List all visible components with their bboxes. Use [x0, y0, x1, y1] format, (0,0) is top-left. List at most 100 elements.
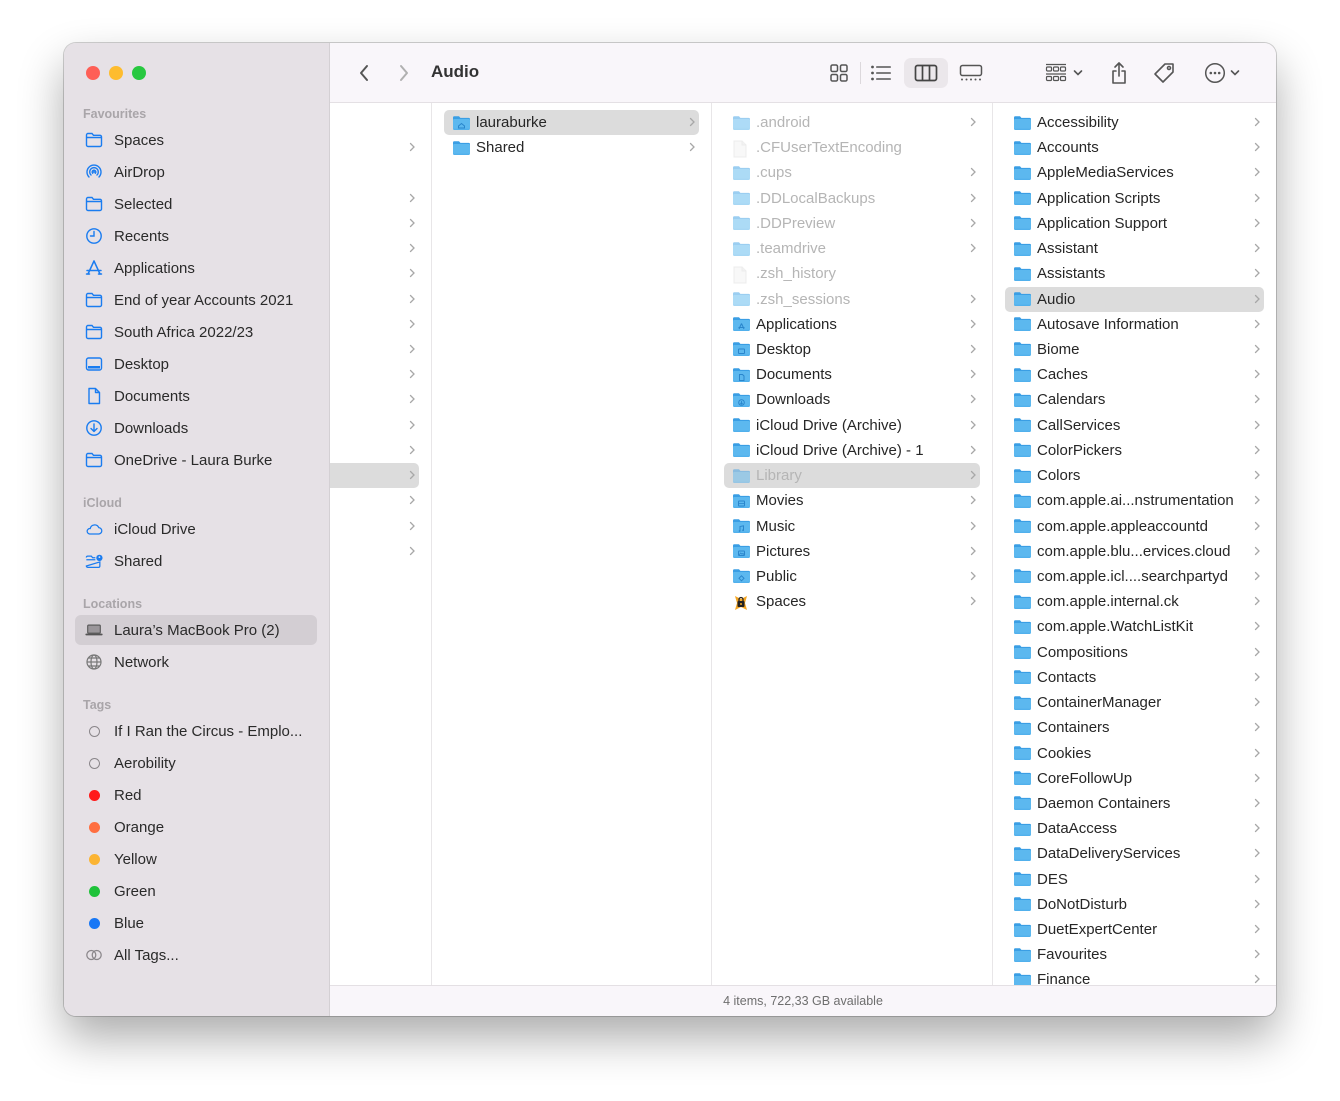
sidebar-item-onedrive-laura-burke[interactable]: OneDrive - Laura Burke — [75, 445, 317, 475]
file-row[interactable]: Accounts — [1005, 135, 1264, 160]
file-row[interactable]: Application Scripts — [1005, 186, 1264, 211]
file-row[interactable]: .zsh_history — [724, 261, 980, 286]
more-actions-button[interactable] — [1200, 58, 1244, 88]
sidebar-item-desktop[interactable]: Desktop — [75, 349, 317, 379]
file-row[interactable] — [330, 160, 419, 185]
file-row[interactable] — [330, 413, 419, 438]
file-row[interactable]: Daemon Containers — [1005, 791, 1264, 816]
sidebar-item-applications[interactable]: Applications — [75, 253, 317, 283]
sidebar-item-laura-s-macbook-pro-2[interactable]: Laura’s MacBook Pro (2) — [75, 615, 317, 645]
file-row[interactable]: Colors — [1005, 463, 1264, 488]
file-row[interactable]: Documents — [724, 362, 980, 387]
file-row[interactable]: .DDLocalBackups — [724, 186, 980, 211]
file-row[interactable] — [330, 488, 419, 513]
group-by-button[interactable] — [1042, 58, 1086, 88]
forward-button[interactable] — [392, 58, 416, 88]
file-row[interactable] — [330, 539, 419, 564]
file-row[interactable]: Pictures — [724, 539, 980, 564]
file-row[interactable]: Shared — [444, 135, 699, 160]
file-row[interactable]: .CFUserTextEncoding — [724, 135, 980, 160]
file-row[interactable] — [330, 438, 419, 463]
column-3[interactable]: .android .CFUserTextEncoding .cups .DDLocal… — [712, 103, 993, 985]
file-row[interactable]: .android — [724, 110, 980, 135]
file-row[interactable]: CoreFollowUp — [1005, 766, 1264, 791]
file-row[interactable]: DataDeliveryServices — [1005, 841, 1264, 866]
file-row[interactable]: DoNotDisturb — [1005, 892, 1264, 917]
file-row[interactable]: Autosave Information — [1005, 312, 1264, 337]
list-view-button[interactable] — [867, 58, 895, 88]
column-view-button[interactable] — [904, 58, 948, 88]
sidebar-item-orange[interactable]: Orange — [75, 812, 317, 842]
file-row[interactable]: Finance — [1005, 967, 1264, 985]
file-row[interactable]: com.apple.blu...ervices.cloud — [1005, 539, 1264, 564]
file-row[interactable]: iCloud Drive (Archive) - 1 — [724, 438, 980, 463]
tag-button[interactable] — [1150, 58, 1178, 88]
file-row[interactable]: AppleMediaServices — [1005, 160, 1264, 185]
file-row[interactable]: DuetExpertCenter — [1005, 917, 1264, 942]
file-row[interactable] — [330, 387, 419, 412]
file-row[interactable]: Assistant — [1005, 236, 1264, 261]
sidebar-item-network[interactable]: Network — [75, 647, 317, 677]
file-row[interactable] — [330, 514, 419, 539]
file-row[interactable]: Downloads — [724, 387, 980, 412]
file-row[interactable] — [330, 337, 419, 362]
file-row[interactable] — [330, 135, 419, 160]
sidebar-item-red[interactable]: Red — [75, 780, 317, 810]
file-row[interactable] — [330, 261, 419, 286]
file-row[interactable] — [330, 463, 419, 489]
file-row[interactable]: com.apple.appleaccountd — [1005, 514, 1264, 539]
sidebar-item-green[interactable]: Green — [75, 876, 317, 906]
gallery-view-button[interactable] — [956, 58, 986, 88]
file-row[interactable] — [330, 312, 419, 337]
file-row[interactable] — [330, 211, 419, 236]
file-row[interactable]: .DDPreview — [724, 211, 980, 236]
file-row[interactable]: .teamdrive — [724, 236, 980, 261]
sidebar-item-south-africa-2022-23[interactable]: South Africa 2022/23 — [75, 317, 317, 347]
file-row[interactable]: DataAccess — [1005, 816, 1264, 841]
column-1[interactable] — [330, 103, 432, 985]
file-row[interactable]: CallServices — [1005, 413, 1264, 438]
file-row[interactable]: Cookies — [1005, 741, 1264, 766]
back-button[interactable] — [352, 58, 376, 88]
file-row[interactable]: .zsh_sessions — [724, 287, 980, 312]
sidebar-item-all-tags[interactable]: All Tags... — [75, 940, 317, 970]
file-row[interactable] — [330, 110, 419, 135]
sidebar-item-aerobility[interactable]: Aerobility — [75, 748, 317, 778]
sidebar-item-blue[interactable]: Blue — [75, 908, 317, 938]
minimize-window-button[interactable] — [109, 66, 123, 80]
sidebar-item-spaces[interactable]: Spaces — [75, 125, 317, 155]
file-row[interactable]: Contacts — [1005, 665, 1264, 690]
file-row[interactable] — [330, 287, 419, 312]
file-row[interactable]: Public — [724, 564, 980, 589]
file-row[interactable]: Containers — [1005, 715, 1264, 740]
file-row[interactable]: Accessibility — [1005, 110, 1264, 135]
file-row[interactable]: iCloud Drive (Archive) — [724, 413, 980, 438]
file-row[interactable]: Spaces — [724, 589, 980, 614]
file-row[interactable] — [330, 236, 419, 261]
file-row[interactable]: Biome — [1005, 337, 1264, 362]
sidebar-item-if-i-ran-the-circus-emplo[interactable]: If I Ran the Circus - Emplo... — [75, 716, 317, 746]
file-row[interactable] — [330, 186, 419, 211]
file-row[interactable]: Favourites — [1005, 942, 1264, 967]
sidebar-item-documents[interactable]: Documents — [75, 381, 317, 411]
file-row[interactable]: Audio — [1005, 286, 1264, 312]
file-row[interactable]: .cups — [724, 160, 980, 185]
icon-view-button[interactable] — [825, 58, 853, 88]
file-row[interactable] — [330, 362, 419, 387]
file-row[interactable]: Desktop — [724, 337, 980, 362]
sidebar-item-downloads[interactable]: Downloads — [75, 413, 317, 443]
file-row[interactable]: Compositions — [1005, 640, 1264, 665]
file-row[interactable]: Caches — [1005, 362, 1264, 387]
sidebar-item-yellow[interactable]: Yellow — [75, 844, 317, 874]
file-row[interactable]: com.apple.icl....searchpartyd — [1005, 564, 1264, 589]
zoom-window-button[interactable] — [132, 66, 146, 80]
file-row[interactable]: Application Support — [1005, 211, 1264, 236]
file-row[interactable]: Calendars — [1005, 387, 1264, 412]
file-row[interactable]: Assistants — [1005, 261, 1264, 286]
file-row[interactable]: com.apple.ai...nstrumentation — [1005, 488, 1264, 513]
close-window-button[interactable] — [86, 66, 100, 80]
sidebar-item-recents[interactable]: Recents — [75, 221, 317, 251]
file-row[interactable]: com.apple.internal.ck — [1005, 589, 1264, 614]
file-row[interactable]: ContainerManager — [1005, 690, 1264, 715]
file-row[interactable]: Applications — [724, 312, 980, 337]
